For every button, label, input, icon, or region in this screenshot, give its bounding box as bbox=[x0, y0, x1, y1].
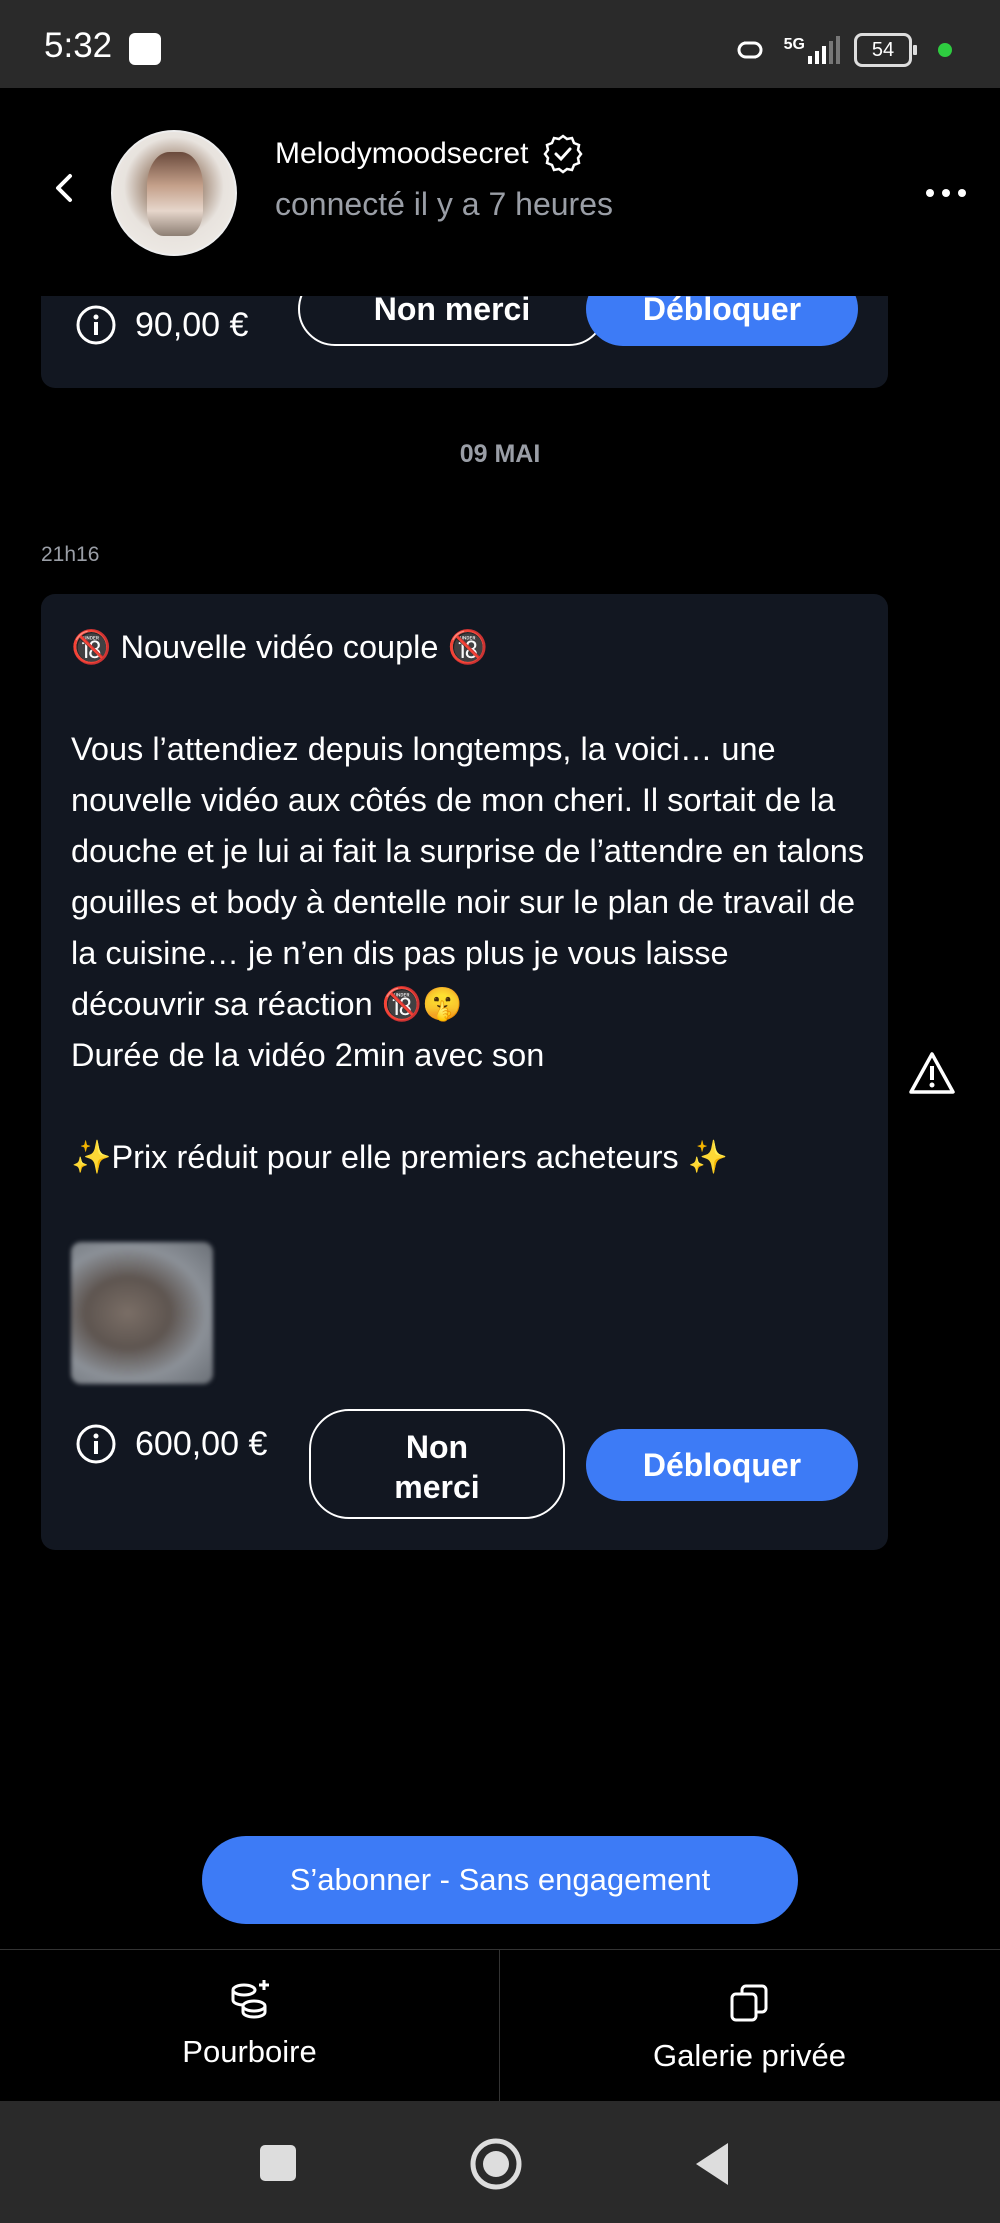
message-timestamp: 21h16 bbox=[41, 543, 100, 566]
coins-plus-icon bbox=[231, 1980, 269, 2019]
verified-badge-icon bbox=[543, 134, 584, 174]
back-arrow-icon[interactable] bbox=[44, 168, 84, 208]
chat-header: Melodymoodsecret connecté il y a 7 heure… bbox=[0, 88, 1000, 296]
message-card-ppv: 🔞 Nouvelle vidéo couple 🔞 Vous l’attendi… bbox=[41, 594, 888, 1550]
back-nav-icon[interactable] bbox=[692, 2141, 732, 2187]
system-navigation-bar bbox=[0, 2101, 1000, 2223]
more-options-icon[interactable] bbox=[926, 183, 966, 203]
tip-label: Pourboire bbox=[182, 2034, 317, 2069]
price-row: 600,00 € bbox=[75, 1423, 267, 1465]
network-indicator: 5G bbox=[784, 36, 840, 64]
battery-icon: 54 bbox=[854, 33, 917, 67]
status-time: 5:32 bbox=[44, 26, 113, 65]
price-row: 90,00 € bbox=[75, 304, 248, 346]
info-icon[interactable] bbox=[75, 304, 117, 346]
gallery-copy-icon bbox=[730, 1984, 768, 2022]
decline-label-line1: Non bbox=[405, 1428, 469, 1465]
unlock-button[interactable]: Débloquer bbox=[586, 1429, 858, 1501]
price-label: 600,00 € bbox=[135, 1424, 268, 1463]
message-text: 🔞 Nouvelle vidéo couple 🔞 Vous l’attendi… bbox=[71, 629, 865, 1175]
link-icon bbox=[737, 41, 763, 59]
status-bar: 5:32 5G 54 bbox=[0, 0, 1000, 88]
network-label: 5G bbox=[783, 36, 805, 53]
creator-name: Melodymoodsecret bbox=[275, 137, 529, 170]
info-icon[interactable] bbox=[75, 1423, 117, 1465]
tip-button[interactable]: Pourboire bbox=[0, 1950, 500, 2102]
locked-media-thumbnail[interactable] bbox=[71, 1242, 213, 1384]
message-card-ppv: 90,00 € Non merci Débloquer bbox=[41, 272, 888, 388]
private-gallery-button[interactable]: Galerie privée bbox=[500, 1950, 999, 2102]
decline-button[interactable]: Non merci bbox=[309, 1409, 565, 1519]
recents-icon[interactable] bbox=[260, 2145, 296, 2181]
date-separator: 09 MAI bbox=[459, 440, 541, 468]
gallery-label: Galerie privée bbox=[653, 2038, 846, 2073]
warning-icon[interactable] bbox=[908, 1050, 956, 1096]
notification-icon bbox=[129, 33, 161, 65]
bottom-navigation: Pourboire Galerie privée bbox=[0, 1949, 1000, 2102]
home-icon[interactable] bbox=[469, 2137, 523, 2191]
privacy-dot bbox=[938, 43, 952, 57]
decline-label-line2: merci bbox=[394, 1468, 480, 1505]
last-seen-status: connecté il y a 7 heures bbox=[275, 186, 613, 222]
avatar[interactable] bbox=[111, 130, 237, 256]
subscribe-button[interactable]: S’abonner - Sans engagement bbox=[202, 1836, 798, 1924]
price-label: 90,00 € bbox=[135, 305, 249, 344]
status-indicators: 5G 54 bbox=[730, 30, 952, 70]
creator-name-row[interactable]: Melodymoodsecret bbox=[275, 133, 584, 175]
signal-icon bbox=[808, 36, 840, 64]
